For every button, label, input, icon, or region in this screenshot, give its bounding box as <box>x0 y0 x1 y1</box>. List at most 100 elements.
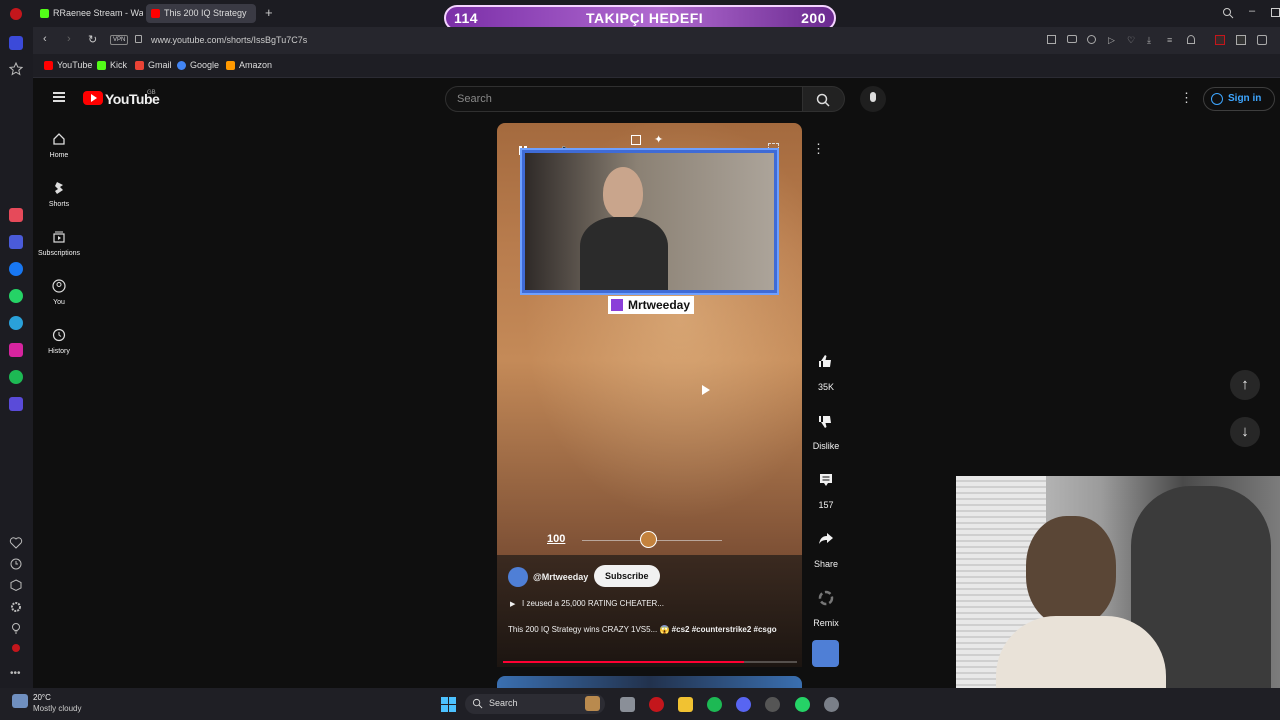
url-field[interactable]: www.youtube.com/shorts/IssBgTu7C7s <box>151 35 307 45</box>
back-icon[interactable]: ‹ <box>43 33 47 45</box>
settings-icon[interactable] <box>9 600 23 614</box>
weather-temp[interactable]: 20°C <box>33 693 51 702</box>
progress-track[interactable] <box>503 661 797 663</box>
download-icon[interactable]: ⤓ <box>1147 35 1151 46</box>
bulb-icon[interactable] <box>9 621 23 635</box>
extension-icon[interactable] <box>9 235 23 249</box>
picture-in-picture-icon[interactable] <box>631 135 641 145</box>
channel-name[interactable]: @Mrtweeday <box>533 572 588 582</box>
bookmark-label: Google <box>190 60 220 70</box>
extension-2-icon[interactable] <box>1236 35 1246 45</box>
play-related-icon[interactable]: ▶ <box>510 600 515 608</box>
history-icon <box>52 328 66 342</box>
like-button[interactable]: 35K <box>803 348 849 392</box>
whatsapp-taskbar-icon[interactable] <box>795 697 810 712</box>
discord-icon[interactable] <box>736 697 751 712</box>
next-short-preview[interactable] <box>497 676 802 688</box>
bookmark-amazon[interactable]: Amazon <box>226 60 272 70</box>
short-title: This 200 IQ Strategy wins CRAZY 1VS5... … <box>508 623 798 636</box>
more-actions-icon[interactable]: ⋮ <box>812 141 825 157</box>
comment-icon <box>820 474 832 486</box>
task-view-icon[interactable] <box>620 697 635 712</box>
nav-shorts[interactable]: Shorts <box>33 181 85 208</box>
bookmark-youtube[interactable]: YouTube <box>44 60 92 70</box>
youtube-favicon-icon <box>151 9 160 18</box>
camera-icon[interactable] <box>1067 35 1077 43</box>
spotify-icon[interactable] <box>9 370 23 384</box>
comments-button[interactable]: 157 <box>803 466 849 510</box>
start-button[interactable] <box>441 697 456 712</box>
instagram-icon[interactable] <box>9 343 23 357</box>
nav-history[interactable]: History <box>33 328 85 355</box>
weather-icon[interactable] <box>12 694 28 708</box>
settings-menu-icon[interactable]: ⋮ <box>1180 90 1193 106</box>
cube-icon[interactable] <box>9 578 23 592</box>
extension-badge-icon[interactable] <box>1215 35 1225 45</box>
heart-outline-icon[interactable]: ♡ <box>1127 35 1135 46</box>
hashtag-link[interactable]: #cs2 <box>672 625 690 634</box>
bookmark-kick[interactable]: Kick <box>97 60 127 70</box>
nav-subscriptions[interactable]: Subscriptions <box>33 230 85 257</box>
shield-icon[interactable] <box>1087 35 1096 44</box>
voice-search-button[interactable] <box>860 86 886 112</box>
taskbar-search[interactable]: Search <box>465 694 605 714</box>
obs-icon[interactable] <box>765 697 780 712</box>
sparkle-icon[interactable]: ✦ <box>654 133 663 146</box>
tab-kick-stream[interactable]: RRaenee Stream - Watch <box>35 4 143 23</box>
heart-icon[interactable] <box>9 536 23 550</box>
settings-taskbar-icon[interactable] <box>824 697 839 712</box>
tab-youtube-short[interactable]: This 200 IQ Strategy <box>146 4 256 23</box>
forward-icon[interactable]: › <box>67 33 71 45</box>
spotify-taskbar-icon[interactable] <box>707 697 722 712</box>
remix-button[interactable]: Remix <box>803 584 849 628</box>
bookmark-google[interactable]: Google <box>177 60 219 70</box>
next-short-down-arrow-icon[interactable]: ↓ <box>1230 417 1260 447</box>
player-icon[interactable] <box>9 397 23 411</box>
search-input[interactable]: Search <box>445 86 803 112</box>
search-button[interactable] <box>803 86 845 112</box>
channel-avatar[interactable] <box>508 567 528 587</box>
streamer-body <box>580 217 668 290</box>
opera-taskbar-icon[interactable] <box>649 697 664 712</box>
edit-icon[interactable] <box>1047 35 1056 44</box>
share-button[interactable]: Share <box>803 525 849 569</box>
search-tabs-icon[interactable] <box>1222 7 1234 19</box>
nav-home[interactable]: Home <box>33 132 85 159</box>
play-icon[interactable]: ▷ <box>1108 35 1115 46</box>
aria-icon[interactable] <box>9 208 23 222</box>
hashtag-link[interactable]: #csgo <box>754 625 777 634</box>
sound-thumbnail[interactable] <box>812 640 839 667</box>
bookmark-gmail[interactable]: Gmail <box>135 60 172 70</box>
menu-icon[interactable]: ≡ <box>1167 35 1172 45</box>
profile-icon[interactable] <box>1187 35 1195 44</box>
youtube-logo-icon[interactable] <box>83 91 103 105</box>
new-tab-icon[interactable]: + <box>265 5 273 20</box>
comment-count: 157 <box>818 500 834 510</box>
more-icon[interactable]: ••• <box>10 668 21 679</box>
home-sidebar-icon[interactable] <box>9 36 23 50</box>
clock-icon[interactable] <box>9 557 23 571</box>
hashtag-link[interactable]: #counterstrike2 <box>692 625 752 634</box>
dislike-label: Dislike <box>812 441 840 451</box>
hamburger-menu-icon[interactable] <box>53 92 65 102</box>
short-video-player[interactable]: 🔈 ✦ Mrtweeday 100 <box>497 123 802 555</box>
opera-logo-icon[interactable] <box>10 8 22 20</box>
reload-icon[interactable]: ↻ <box>88 33 97 46</box>
previous-short-up-arrow-icon[interactable]: ↑ <box>1230 370 1260 400</box>
file-explorer-icon[interactable] <box>678 697 693 712</box>
vpn-badge[interactable]: VPN <box>110 35 129 45</box>
weather-text[interactable]: Mostly cloudy <box>33 704 81 713</box>
subscribe-button[interactable]: Subscribe <box>594 565 660 587</box>
telegram-icon[interactable] <box>9 316 23 330</box>
star-icon[interactable] <box>9 62 23 76</box>
extension-3-icon[interactable] <box>1257 35 1267 45</box>
nav-you[interactable]: You <box>33 279 85 306</box>
minimize-icon[interactable]: – <box>1249 5 1255 17</box>
maximize-icon[interactable] <box>1271 8 1280 17</box>
messenger-icon[interactable] <box>9 262 23 276</box>
related-video-link[interactable]: I zeused a 25,000 RATING CHEATER... <box>522 599 664 608</box>
sign-in-button[interactable]: Sign in <box>1203 87 1275 111</box>
dislike-button[interactable]: Dislike <box>803 407 849 451</box>
opera-small-icon[interactable] <box>12 644 20 652</box>
whatsapp-icon[interactable] <box>9 289 23 303</box>
